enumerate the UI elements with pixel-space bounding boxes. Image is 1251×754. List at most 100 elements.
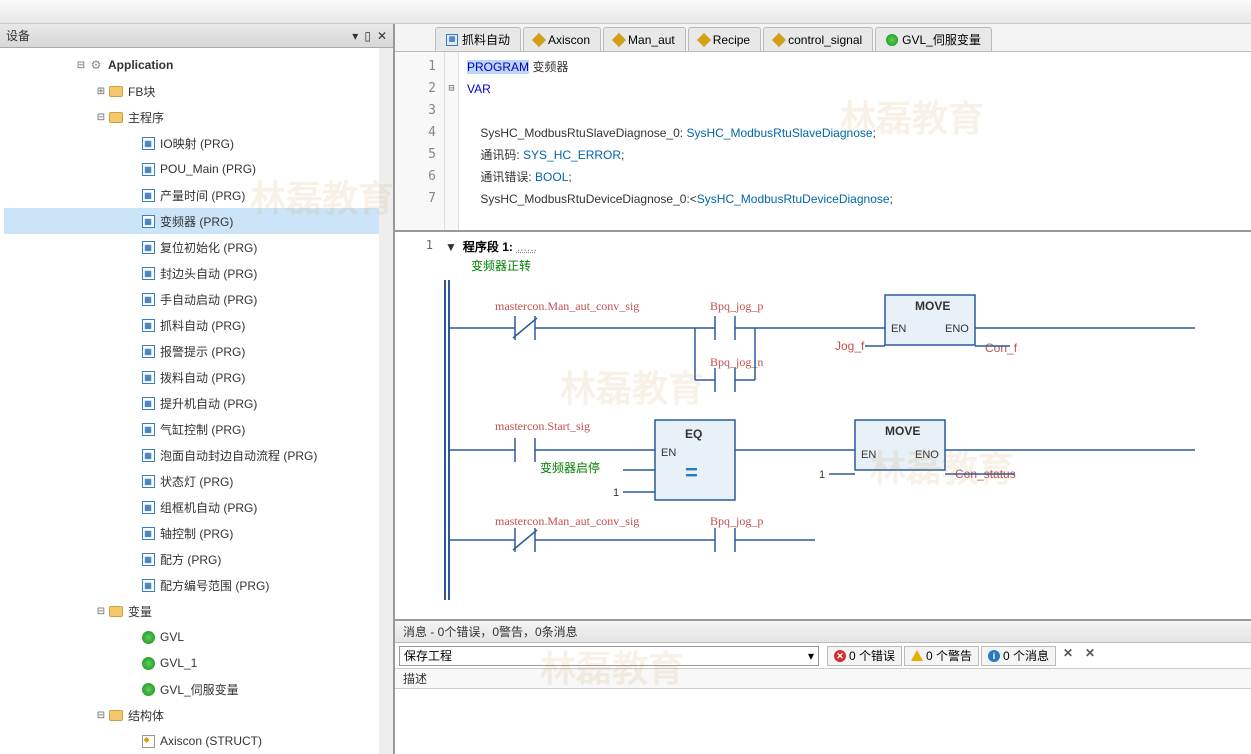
- tree-prg-item[interactable]: ▦手自动启动 (PRG): [4, 286, 379, 312]
- prg-icon: ▦: [142, 423, 155, 436]
- tree-prg-item[interactable]: ▦组框机自动 (PRG): [4, 494, 379, 520]
- tree-prg-item[interactable]: ▦状态灯 (PRG): [4, 468, 379, 494]
- tree-folder-mainprog[interactable]: ⊟ 主程序: [4, 104, 379, 130]
- rung-header[interactable]: ▼ 程序段 1: ......: [395, 232, 1251, 257]
- editor-tab[interactable]: GVL_伺服变量: [875, 27, 992, 51]
- globe-icon: [142, 683, 155, 696]
- prg-icon: ▦: [142, 527, 155, 540]
- prg-icon: ▦: [142, 371, 155, 384]
- svg-text:mastercon.Start_sig: mastercon.Start_sig: [495, 419, 590, 433]
- svg-text:ENO: ENO: [945, 323, 969, 335]
- struct-icon: [612, 32, 626, 46]
- tree-prg-item[interactable]: ▦报警提示 (PRG): [4, 338, 379, 364]
- prg-icon: ▦: [142, 397, 155, 410]
- tree-prg-item[interactable]: ▦复位初始化 (PRG): [4, 234, 379, 260]
- svg-text:Con_f: Con_f: [985, 341, 1018, 355]
- tree-prg-item[interactable]: ▦配方 (PRG): [4, 546, 379, 572]
- expand-icon[interactable]: ⊞: [94, 86, 108, 97]
- prg-icon: ▦: [142, 189, 155, 202]
- messages-panel: 消息 - 0个错误，0警告，0条消息 保存工程 ▾ ✕ 0 个错误 0 个警告: [395, 619, 1251, 754]
- svg-text:变频器启停: 变频器启停: [540, 460, 600, 475]
- warning-icon: [911, 650, 923, 661]
- tree-gvl-item[interactable]: GVL_1: [4, 650, 379, 676]
- tree-gvl-item[interactable]: GVL_伺服变量: [4, 676, 379, 702]
- collapse-icon[interactable]: ⊟: [94, 606, 108, 617]
- rung-comment: 变频器正转: [395, 257, 1251, 274]
- filter-warnings[interactable]: 0 个警告: [904, 646, 979, 666]
- tree-folder-vars[interactable]: ⊟ 变量: [4, 598, 379, 624]
- globe-icon: [886, 34, 898, 46]
- tree-gvl-item[interactable]: GVL: [4, 624, 379, 650]
- svg-text:=: =: [685, 460, 698, 485]
- tree-folder-structs[interactable]: ⊟ 结构体: [4, 702, 379, 728]
- svg-text:ENO: ENO: [915, 449, 939, 461]
- filter-infos[interactable]: i 0 个消息: [981, 646, 1056, 666]
- tree-prg-item[interactable]: ▦轴控制 (PRG): [4, 520, 379, 546]
- editor-tab[interactable]: control_signal: [763, 27, 873, 51]
- gear-icon: ⚙: [88, 57, 104, 73]
- tree-prg-item[interactable]: ▦抓料自动 (PRG): [4, 312, 379, 338]
- device-tree[interactable]: ⊟ ⚙ Application ⊞ FB块 ⊟ 主程序 ▦IO映射 (PRG)▦…: [0, 48, 393, 754]
- svg-text:EN: EN: [891, 323, 906, 335]
- tree-application[interactable]: ⊟ ⚙ Application: [4, 52, 379, 78]
- collapse-arrow-icon[interactable]: ▼: [445, 240, 457, 254]
- svg-text:1: 1: [613, 487, 619, 499]
- prg-icon: ▦: [142, 579, 155, 592]
- folder-icon: [109, 86, 123, 97]
- svg-text:EN: EN: [861, 449, 876, 461]
- svg-text:mastercon.Man_aut_conv_sig: mastercon.Man_aut_conv_sig: [495, 514, 639, 528]
- code-editor[interactable]: 1234567 ⊟ PROGRAM 变频器 VAR SysHC_ModbusRt…: [395, 52, 1251, 232]
- tree-prg-item[interactable]: ▦拨料自动 (PRG): [4, 364, 379, 390]
- prg-icon: ▦: [142, 319, 155, 332]
- ladder-diagram[interactable]: mastercon.Man_aut_conv_sig Bpq_jog_p Bpq…: [395, 280, 1245, 600]
- tree-prg-item[interactable]: ▦产量时间 (PRG): [4, 182, 379, 208]
- tree-struct-item[interactable]: Axiscon (STRUCT): [4, 728, 379, 754]
- tree-prg-item[interactable]: ▦提升机自动 (PRG): [4, 390, 379, 416]
- collapse-icon[interactable]: ⊟: [94, 112, 108, 123]
- prg-icon: ▦: [142, 293, 155, 306]
- dropdown-icon[interactable]: ▾: [808, 649, 814, 663]
- svg-text:mastercon.Man_aut_conv_sig: mastercon.Man_aut_conv_sig: [495, 299, 639, 313]
- prg-icon: ▦: [142, 449, 155, 462]
- collapse-icon[interactable]: ⊟: [74, 60, 88, 71]
- tree-prg-item[interactable]: ▦泡面自动封边自动流程 (PRG): [4, 442, 379, 468]
- tree-prg-item[interactable]: ▦配方编号范围 (PRG): [4, 572, 379, 598]
- filter-errors[interactable]: ✕ 0 个错误: [827, 646, 902, 666]
- line-gutter: 1234567: [395, 52, 445, 230]
- prg-icon: ▦: [142, 137, 155, 150]
- fold-gutter[interactable]: ⊟: [445, 52, 459, 230]
- editor-tab[interactable]: ▦抓料自动: [435, 27, 521, 51]
- sidebar-close-icon[interactable]: ✕: [377, 29, 387, 43]
- tree-folder-fb[interactable]: ⊞ FB块: [4, 78, 379, 104]
- svg-text:MOVE: MOVE: [885, 424, 920, 438]
- sidebar-header: 设备 ▾ ▯ ✕: [0, 24, 393, 48]
- globe-icon: [142, 631, 155, 644]
- error-icon: ✕: [834, 650, 846, 662]
- editor-tab[interactable]: Axiscon: [523, 27, 601, 51]
- tree-prg-item[interactable]: ▦变频器 (PRG): [4, 208, 379, 234]
- svg-text:EQ: EQ: [685, 427, 702, 441]
- svg-text:Bpq_jog_p: Bpq_jog_p: [710, 299, 763, 313]
- messages-combo[interactable]: 保存工程 ▾: [399, 646, 819, 666]
- messages-clear-icon[interactable]: ✕: [1058, 646, 1078, 666]
- struct-icon: [772, 32, 786, 46]
- editor-tab[interactable]: Man_aut: [603, 27, 686, 51]
- struct-icon: [142, 735, 155, 748]
- ladder-editor[interactable]: 1 ▼ 程序段 1: ...... 变频器正转 mastercon.Man_au…: [395, 232, 1251, 619]
- info-icon: i: [988, 650, 1000, 662]
- tree-prg-item[interactable]: ▦封边头自动 (PRG): [4, 260, 379, 286]
- tree-prg-item[interactable]: ▦气缸控制 (PRG): [4, 416, 379, 442]
- sidebar-dropdown-icon[interactable]: ▾: [352, 29, 358, 43]
- svg-text:MOVE: MOVE: [915, 299, 950, 313]
- device-sidebar: 设备 ▾ ▯ ✕ ⊟ ⚙ Application ⊞ FB块 ⊟ 主程序: [0, 24, 395, 754]
- collapse-icon[interactable]: ⊟: [94, 710, 108, 721]
- messages-clear-all-icon[interactable]: ✕: [1080, 646, 1100, 666]
- tree-prg-item[interactable]: ▦POU_Main (PRG): [4, 156, 379, 182]
- messages-desc-header: 描述: [395, 669, 1251, 689]
- code-text[interactable]: PROGRAM 变频器 VAR SysHC_ModbusRtuSlaveDiag…: [459, 52, 1251, 230]
- sidebar-pin-icon[interactable]: ▯: [364, 29, 371, 43]
- messages-header: 消息 - 0个错误，0警告，0条消息: [395, 621, 1251, 643]
- editor-tab[interactable]: Recipe: [688, 27, 761, 51]
- tree-prg-item[interactable]: ▦IO映射 (PRG): [4, 130, 379, 156]
- globe-icon: [142, 657, 155, 670]
